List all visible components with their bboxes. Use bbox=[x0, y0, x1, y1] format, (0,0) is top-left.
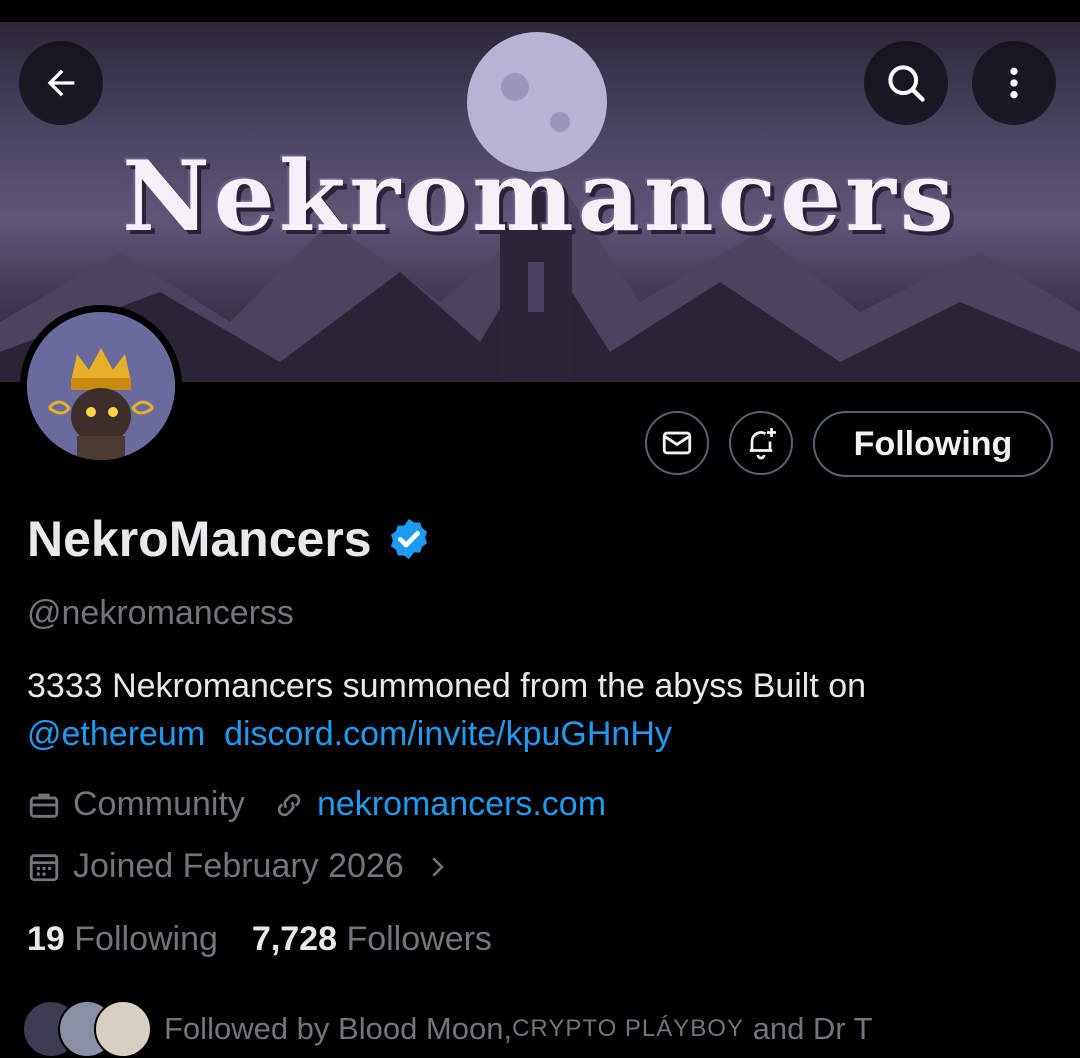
followers-label: Followers bbox=[346, 920, 492, 958]
bio: 3333 Nekromancers summoned from the abys… bbox=[27, 662, 1057, 758]
followed-by-prefix: Followed by Blood Moon, bbox=[164, 1011, 513, 1046]
chevron-right-icon bbox=[432, 856, 444, 877]
bio-text: 3333 Nekromancers summoned from the abys… bbox=[27, 667, 867, 705]
website-link[interactable]: nekromancers.com bbox=[317, 785, 606, 824]
following-stat[interactable]: 19 Following bbox=[27, 920, 218, 959]
display-name: NekroMancers bbox=[27, 511, 372, 567]
message-button[interactable] bbox=[645, 411, 709, 475]
profile-avatar[interactable] bbox=[20, 305, 182, 467]
envelope-icon bbox=[662, 431, 692, 455]
followed-by-name-3: Dr T bbox=[812, 1011, 873, 1046]
joined-date: Joined February 2026 bbox=[73, 847, 404, 885]
arrow-left-icon bbox=[47, 69, 75, 97]
banner-title: Nekromancers bbox=[122, 140, 958, 253]
avatar bbox=[94, 1000, 152, 1058]
following-button[interactable]: Following bbox=[813, 411, 1053, 477]
link-icon bbox=[277, 793, 301, 816]
followed-by-row[interactable]: Followed by Blood Moon, CRYPTO PLÁYBOY a… bbox=[22, 1000, 873, 1058]
notifications-button[interactable] bbox=[729, 411, 793, 475]
joined-row[interactable]: Joined February 2026 bbox=[27, 847, 452, 886]
category-label: Community bbox=[73, 785, 245, 823]
more-vertical-icon bbox=[1010, 67, 1018, 99]
followers-count: 7,728 bbox=[251, 920, 337, 958]
followers-stat[interactable]: 7,728 Followers bbox=[252, 920, 492, 959]
search-button[interactable] bbox=[864, 41, 948, 125]
status-bar bbox=[0, 0, 1080, 22]
profile-meta-row: Community nekromancers.com bbox=[27, 785, 606, 824]
verified-badge-icon[interactable] bbox=[386, 516, 432, 562]
followed-by-mid: and bbox=[743, 1011, 813, 1046]
followed-by-name-2: CRYPTO PLÁYBOY bbox=[512, 1015, 744, 1042]
bell-plus-icon bbox=[749, 428, 776, 460]
search-icon bbox=[888, 65, 925, 102]
following-count: 19 bbox=[27, 920, 65, 958]
avatar-image bbox=[27, 312, 175, 460]
handle: @nekromancerss bbox=[27, 594, 294, 632]
back-button[interactable] bbox=[19, 41, 103, 125]
follow-stats: 19 Following 7,728 Followers bbox=[27, 920, 492, 959]
more-options-button[interactable] bbox=[972, 41, 1056, 125]
bio-mention-link[interactable]: @ethereum bbox=[27, 715, 205, 753]
follower-avatars bbox=[22, 1000, 152, 1058]
bio-discord-link[interactable]: discord.com/invite/kpuGHnHy bbox=[224, 715, 672, 753]
following-label: Following bbox=[74, 920, 218, 958]
display-name-row: NekroMancers bbox=[27, 510, 432, 568]
calendar-icon bbox=[29, 853, 59, 881]
briefcase-icon bbox=[29, 793, 59, 818]
